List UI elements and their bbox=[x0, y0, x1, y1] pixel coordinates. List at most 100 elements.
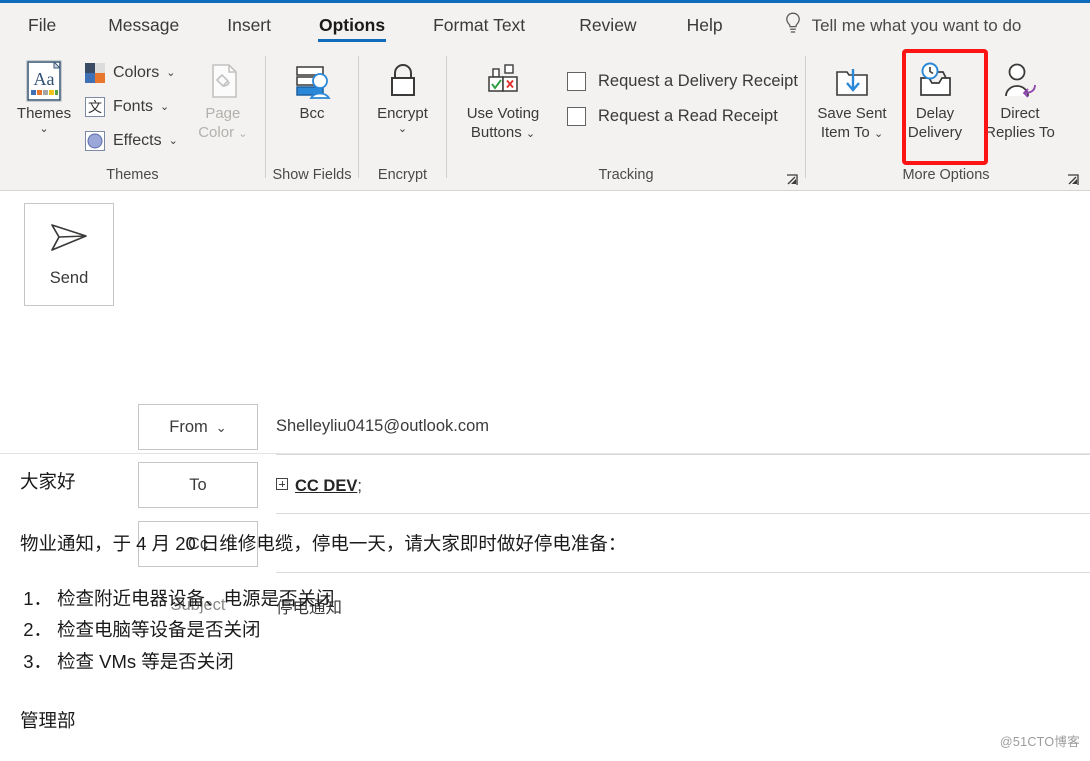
tracking-checkbox-column: Request a Delivery Receipt Request a Rea… bbox=[553, 56, 798, 126]
list-item: 3． 检查 VMs 等是否关闭 bbox=[20, 647, 1070, 677]
request-delivery-receipt-checkbox[interactable] bbox=[567, 72, 586, 91]
direct-replies-to-button[interactable]: Direct Replies To bbox=[978, 56, 1062, 142]
tab-message[interactable]: Message bbox=[94, 3, 193, 48]
bcc-icon bbox=[289, 58, 335, 104]
group-label-more-options: More Options bbox=[806, 165, 1086, 191]
ribbon-tab-bar: File Message Insert Options Format Text … bbox=[0, 3, 1090, 48]
list-item-number: 1． bbox=[23, 587, 52, 609]
list-item-text: 检查 VMs 等是否关闭 bbox=[57, 651, 234, 673]
chevron-down-icon: ⌄ bbox=[238, 128, 248, 140]
page-color-label-1: Page bbox=[205, 105, 241, 122]
delay-delivery-icon bbox=[912, 58, 958, 104]
list-item-number: 2． bbox=[23, 619, 52, 641]
chevron-down-icon[interactable]: ⌄ bbox=[874, 128, 883, 140]
ribbon: Aa Themes ⌄ Colors ⌄ 文 Fonts ⌄ Effects ⌄… bbox=[0, 48, 1090, 191]
colors-icon bbox=[84, 62, 106, 84]
theme-colors-label: Colors bbox=[113, 64, 160, 81]
theme-fonts-label: Fonts bbox=[113, 98, 154, 115]
mail-body[interactable]: 大家好 物业通知，于 4 月 20 日维修电缆，停电一天，请大家即时做好停电准备… bbox=[0, 468, 1090, 761]
tab-label: File bbox=[28, 15, 57, 35]
page-color-button: Page Color ⌄ bbox=[186, 56, 260, 142]
fonts-icon: 文 bbox=[84, 96, 106, 118]
from-button-label: From bbox=[169, 417, 208, 436]
header-body-separator bbox=[0, 453, 1090, 454]
list-item: 2． 检查电脑等设备是否关闭 bbox=[20, 615, 1070, 645]
svg-text:文: 文 bbox=[88, 100, 102, 116]
use-voting-buttons-label-1: Use Voting bbox=[466, 105, 540, 122]
group-label-encrypt: Encrypt bbox=[377, 167, 428, 183]
chevron-down-icon[interactable]: ⌄ bbox=[160, 102, 169, 113]
use-voting-buttons-label-2: Buttons ⌄ bbox=[470, 124, 536, 141]
from-field-underline bbox=[276, 454, 1090, 455]
delay-delivery-label-1: Delay bbox=[915, 105, 955, 122]
tab-label: Format Text bbox=[433, 15, 526, 35]
request-delivery-receipt-row[interactable]: Request a Delivery Receipt bbox=[567, 72, 798, 91]
request-read-receipt-row[interactable]: Request a Read Receipt bbox=[567, 107, 798, 126]
ribbon-group-encrypt: Encrypt ⌄ Encrypt bbox=[359, 48, 446, 191]
more-options-dialog-launcher-icon[interactable] bbox=[1066, 173, 1080, 187]
tell-me-box[interactable]: Tell me what you want to do bbox=[783, 11, 1021, 40]
tab-label: Options bbox=[319, 15, 386, 35]
encrypt-button-label: Encrypt bbox=[377, 105, 428, 122]
theme-fonts-button[interactable]: 文 Fonts ⌄ bbox=[84, 94, 178, 120]
tab-format-text[interactable]: Format Text bbox=[419, 3, 539, 48]
save-sent-item-label-1: Save Sent bbox=[817, 105, 887, 122]
ribbon-group-tracking: Use Voting Buttons ⌄ Request a Delivery … bbox=[447, 48, 805, 191]
tab-options[interactable]: Options bbox=[305, 3, 399, 48]
tracking-dialog-launcher-icon[interactable] bbox=[785, 173, 799, 187]
list-item-text: 检查附近电器设备、电源是否关闭 bbox=[57, 587, 335, 609]
effects-icon bbox=[84, 130, 106, 152]
delay-delivery-label-2: Delivery bbox=[907, 124, 963, 141]
chevron-down-icon[interactable]: ⌄ bbox=[166, 68, 175, 79]
themes-button[interactable]: Aa Themes ⌄ bbox=[8, 56, 80, 135]
group-label-themes: Themes bbox=[106, 167, 159, 183]
watermark: @51CTO博客 bbox=[999, 735, 1080, 749]
theme-variants-column: Colors ⌄ 文 Fonts ⌄ Effects ⌄ bbox=[84, 56, 178, 154]
chevron-down-icon[interactable]: ⌄ bbox=[398, 124, 407, 135]
bcc-button-label: Bcc bbox=[299, 105, 325, 122]
group-label-more-options-text: More Options bbox=[902, 167, 990, 183]
chevron-down-icon[interactable]: ⌄ bbox=[39, 124, 48, 135]
save-sent-item-to-button[interactable]: Save Sent Item To ⌄ bbox=[812, 56, 892, 142]
body-greeting: 大家好 bbox=[20, 471, 76, 492]
theme-colors-button[interactable]: Colors ⌄ bbox=[84, 60, 178, 86]
tab-help[interactable]: Help bbox=[673, 3, 737, 48]
theme-effects-label: Effects bbox=[113, 132, 162, 149]
from-value[interactable]: Shelleyliu0415@outlook.com bbox=[276, 417, 489, 436]
send-icon bbox=[46, 221, 92, 260]
use-voting-buttons-button[interactable]: Use Voting Buttons ⌄ bbox=[453, 56, 553, 142]
ribbon-group-more-options: Save Sent Item To ⌄ Delay Delivery Direc… bbox=[806, 48, 1086, 191]
body-numbered-list: 1． 检查附近电器设备、电源是否关闭 2． 检查电脑等设备是否关闭 3． 检查 VMs… bbox=[20, 584, 1070, 678]
themes-button-label: Themes bbox=[16, 105, 72, 122]
encrypt-button[interactable]: Encrypt ⌄ bbox=[364, 56, 442, 135]
voting-buttons-icon bbox=[480, 58, 526, 104]
themes-icon: Aa bbox=[21, 58, 67, 104]
active-tab-underline bbox=[318, 39, 387, 42]
list-item-text: 检查电脑等设备是否关闭 bbox=[57, 619, 261, 641]
delay-delivery-button[interactable]: Delay Delivery bbox=[894, 56, 976, 142]
body-paragraph: 物业通知，于 4 月 20 日维修电缆，停电一天，请大家即时做好停电准备： bbox=[20, 532, 627, 554]
request-read-receipt-checkbox[interactable] bbox=[567, 107, 586, 126]
request-read-receipt-label: Request a Read Receipt bbox=[598, 107, 778, 125]
tab-label: Help bbox=[686, 15, 723, 35]
tab-label: Review bbox=[579, 15, 637, 35]
request-delivery-receipt-label: Request a Delivery Receipt bbox=[598, 72, 798, 90]
chevron-down-icon[interactable]: ⌄ bbox=[169, 136, 178, 147]
bcc-button[interactable]: Bcc bbox=[277, 56, 347, 123]
chevron-down-icon[interactable]: ⌄ bbox=[216, 421, 227, 434]
list-item: 1． 检查附近电器设备、电源是否关闭 bbox=[20, 584, 1070, 614]
tab-insert[interactable]: Insert bbox=[213, 3, 285, 48]
tab-review[interactable]: Review bbox=[565, 3, 650, 48]
from-button[interactable]: From ⌄ bbox=[138, 404, 258, 450]
chevron-down-icon[interactable]: ⌄ bbox=[526, 128, 535, 140]
tab-file[interactable]: File bbox=[14, 3, 70, 48]
direct-replies-label-1: Direct bbox=[1000, 105, 1040, 122]
lock-icon bbox=[380, 58, 426, 104]
send-button[interactable]: Send bbox=[24, 203, 114, 306]
tab-label: Insert bbox=[227, 15, 271, 35]
compose-header: Send From ⌄ To Cc Shelleyliu0415@outlook… bbox=[0, 191, 1090, 617]
list-item-number: 3． bbox=[23, 651, 52, 673]
lightbulb-icon bbox=[783, 11, 803, 40]
save-sent-item-label-2: Item To ⌄ bbox=[820, 124, 884, 141]
theme-effects-button[interactable]: Effects ⌄ bbox=[84, 128, 178, 154]
